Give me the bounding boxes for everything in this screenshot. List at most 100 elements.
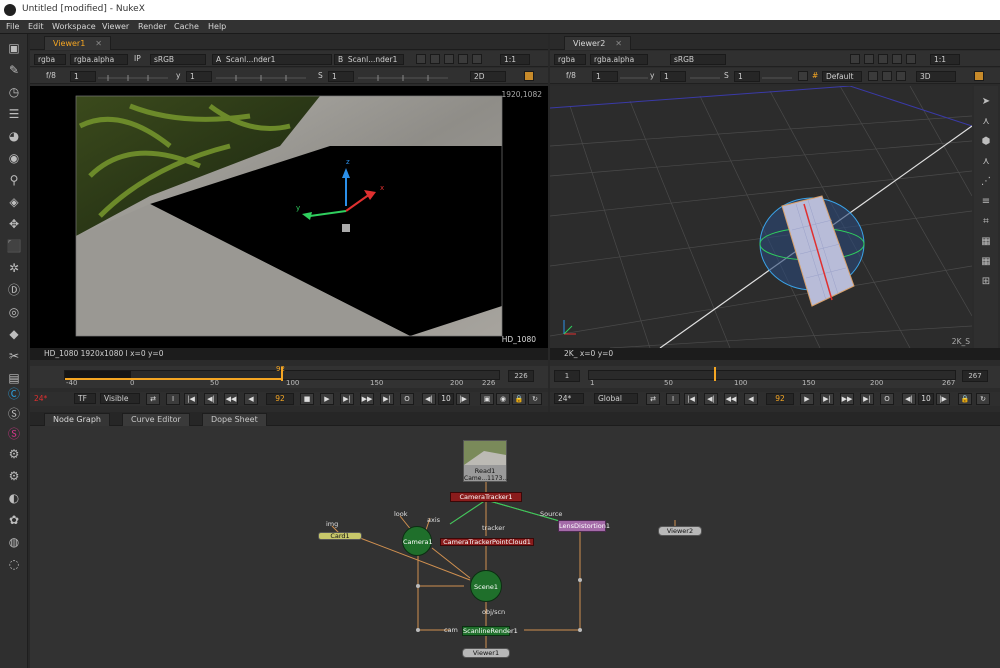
step-field[interactable]: 10 — [918, 393, 934, 405]
grid-snap-icon[interactable]: ▦ — [977, 234, 995, 250]
timeline-end-field[interactable]: 267 — [962, 370, 988, 382]
play-icon[interactable]: ▶ — [320, 393, 334, 405]
roi-icon[interactable] — [444, 54, 454, 64]
node-camera[interactable]: Camera1 — [402, 526, 433, 556]
step-back-icon[interactable]: ◀◀ — [224, 393, 238, 405]
face-select-icon[interactable]: ⬢ — [977, 134, 995, 150]
step-field[interactable]: 10 — [438, 393, 454, 405]
views-icon[interactable]: ◎ — [5, 304, 23, 320]
color-picker-icon[interactable] — [974, 71, 984, 81]
skip-back-icon[interactable]: ◀| — [902, 393, 916, 405]
3d-view-icon[interactable] — [798, 71, 808, 81]
alpha-dropdown[interactable]: rgba.alpha — [70, 54, 128, 65]
select-arrow-icon[interactable]: ➤ — [977, 94, 995, 110]
range-icon[interactable]: ⇄ — [646, 393, 660, 405]
curve-icon[interactable] — [882, 71, 892, 81]
out-point-icon[interactable]: O — [880, 393, 894, 405]
fps-dropdown[interactable]: 24* — [554, 393, 584, 404]
saturation-slider[interactable] — [358, 72, 448, 82]
in-point-icon[interactable]: I — [666, 393, 680, 405]
keyer-icon[interactable]: ⚲ — [5, 172, 23, 188]
close-icon[interactable]: ✕ — [95, 39, 102, 48]
cache-icon[interactable]: ◍ — [5, 534, 23, 550]
skip-back-icon[interactable]: ◀| — [422, 393, 436, 405]
flipbook-icon[interactable]: ▣ — [480, 393, 494, 405]
refresh-icon[interactable] — [458, 54, 468, 64]
ip-button[interactable]: IP — [134, 54, 141, 64]
node-scene[interactable]: Scene1 — [470, 570, 502, 602]
input-b-dropdown[interactable]: B Scanl...nder1 — [334, 54, 404, 65]
tab-dope-sheet[interactable]: Dope Sheet — [202, 413, 267, 426]
gizmo-icon[interactable]: ◌ — [5, 556, 23, 572]
viewer-mode-dropdown[interactable]: 3D — [916, 71, 956, 82]
gain-field[interactable]: 1 — [70, 71, 96, 82]
saturation-field[interactable]: 1 — [734, 71, 760, 82]
first-frame-icon[interactable]: |◀ — [684, 393, 698, 405]
current-frame-field[interactable]: 92 — [766, 393, 794, 405]
in-point-icon[interactable]: I — [166, 393, 180, 405]
snap-icon[interactable]: ⌗ — [977, 214, 995, 230]
stop-icon[interactable]: ■ — [300, 393, 314, 405]
node-select-icon[interactable]: ⋏ — [977, 154, 995, 170]
menu-render[interactable]: Render — [138, 22, 166, 31]
time-icon[interactable]: ◷ — [5, 84, 23, 100]
next-key-icon[interactable]: ▶▶ — [840, 393, 854, 405]
occlusion-icon[interactable]: ⋰ — [977, 174, 995, 190]
wipe-icon[interactable] — [850, 54, 860, 64]
wipe-icon[interactable] — [416, 54, 426, 64]
pause-icon[interactable] — [906, 54, 916, 64]
play-icon[interactable]: ▶ — [800, 393, 814, 405]
step-forward-icon[interactable]: ▶| — [340, 393, 354, 405]
draw-icon[interactable]: ✎ — [5, 62, 23, 78]
visible-dropdown[interactable]: Visible — [100, 393, 140, 404]
node-viewer1[interactable]: Viewer1 — [462, 648, 510, 658]
viewer2-viewport[interactable]: 2K_S — [550, 86, 972, 348]
saturation-slider[interactable] — [762, 72, 792, 82]
align-icon[interactable]: ≡ — [977, 194, 995, 210]
tab-node-graph[interactable]: Node Graph — [44, 413, 110, 426]
timeline-cursor[interactable] — [714, 367, 716, 381]
play-back-icon[interactable]: ◀ — [744, 393, 758, 405]
composite-icon[interactable] — [430, 54, 440, 64]
loop-icon[interactable]: ↻ — [976, 393, 990, 405]
viewer-mode-dropdown[interactable]: 2D — [470, 71, 506, 82]
menu-edit[interactable]: Edit — [28, 22, 44, 31]
node-lens-distortion[interactable]: LensDistortion1 — [558, 520, 610, 532]
gamma-slider[interactable] — [690, 72, 720, 82]
lock-icon[interactable]: 🔒 — [958, 393, 972, 405]
c-icon[interactable]: Ⓒ — [5, 386, 23, 402]
image-icon[interactable]: ▣ — [5, 40, 23, 56]
step-back-icon[interactable]: ◀◀ — [724, 393, 738, 405]
colorspace-dropdown[interactable]: sRGB — [150, 54, 206, 65]
metadata-icon[interactable]: ◆ — [5, 326, 23, 342]
viewer2-timeline[interactable]: 1 1 50 100 150 200 267 267 — [550, 366, 1000, 388]
bounding-box-icon[interactable]: ⊞ — [977, 274, 995, 290]
last-frame-icon[interactable]: ▶| — [380, 393, 394, 405]
display-icon[interactable] — [896, 71, 906, 81]
refresh-icon[interactable] — [892, 54, 902, 64]
play-back-icon[interactable]: ◀ — [244, 393, 258, 405]
gain-slider[interactable] — [98, 72, 168, 82]
prev-key-icon[interactable]: ◀| — [204, 393, 218, 405]
tf-dropdown[interactable]: TF — [74, 393, 96, 404]
transform-icon[interactable]: ✥ — [5, 216, 23, 232]
particles-icon[interactable]: ✲ — [5, 260, 23, 276]
timeline-end-field[interactable]: 226 — [508, 370, 534, 382]
prev-key-icon[interactable]: ◀| — [704, 393, 718, 405]
gamma-field[interactable]: 1 — [186, 71, 212, 82]
color-picker-icon[interactable] — [524, 71, 534, 81]
zoom-dropdown[interactable]: 1:1 — [500, 54, 530, 65]
roi-icon[interactable] — [878, 54, 888, 64]
lock-icon[interactable]: 🔒 — [512, 393, 526, 405]
viewer1-viewport[interactable]: z y x 1920,1082 HD_1080 — [30, 86, 548, 348]
vertex-select-icon[interactable]: ⋏ — [977, 114, 995, 130]
gain-slider[interactable] — [620, 72, 648, 82]
node-card[interactable]: Card1 — [318, 532, 362, 540]
channels-dropdown[interactable]: rgba — [34, 54, 66, 65]
plugin-icon[interactable]: ◐ — [5, 490, 23, 506]
skip-forward-icon[interactable]: |▶ — [456, 393, 470, 405]
deep-icon[interactable]: Ⓓ — [5, 282, 23, 298]
node-viewer2[interactable]: Viewer2 — [658, 526, 702, 536]
node-scanline-render[interactable]: ScanlineRender1 — [462, 626, 518, 636]
ocula-icon[interactable]: ⚙ — [5, 468, 23, 484]
